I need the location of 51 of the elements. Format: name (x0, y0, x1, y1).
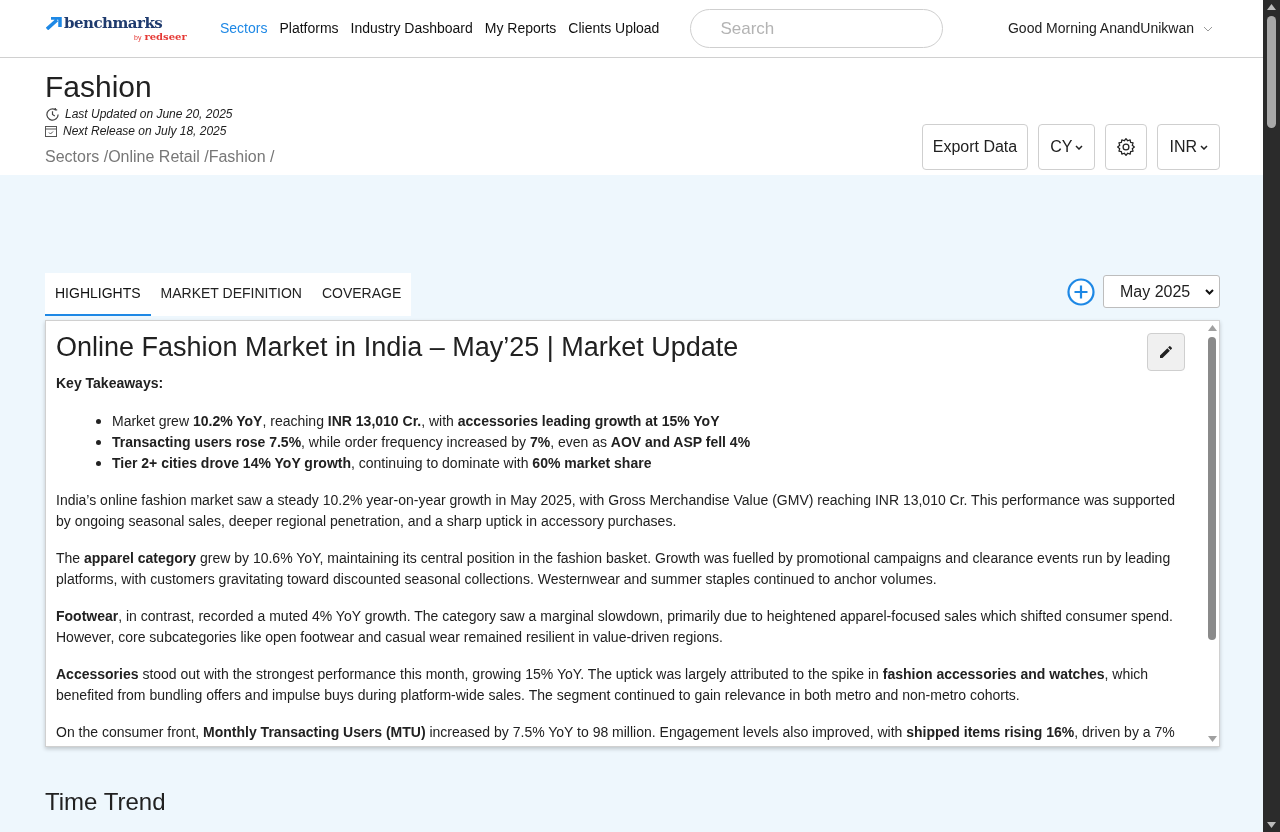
article-paragraph: On the consumer front, Monthly Transacting Users (MTU) increased by 7.5% YoY to 98 million. Engagement levels also improved, with shipped items rising 16%, driven by a 7% (56, 723, 1176, 742)
nav-link[interactable]: Industry Dashboard (350, 18, 473, 39)
takeaway-text: Market grew 10.2% YoY, reaching INR 13,010 Cr., with accessories leading growth at 15% YoY (112, 412, 720, 431)
next-release-text: Next Release on July 18, 2025 (63, 123, 227, 139)
article-paragraph: The apparel category grew by 10.6% YoY, maintaining its central position in the fashion basket. Growth was fuelled by promotional campaigns and clearance events run by leading platforms, with customers gravitating toward discounted seasonal collections. Westernwear and summer staples continued to anchor volumes. (56, 549, 1172, 589)
scroll-thumb[interactable] (1208, 337, 1216, 640)
calendar-type-dropdown[interactable]: CY (1038, 124, 1096, 170)
nav-link[interactable]: Platforms (279, 18, 339, 39)
settings-button[interactable] (1105, 124, 1148, 170)
chevron-down-icon (1075, 144, 1084, 150)
month-dropdown[interactable]: May 2025 (1103, 275, 1220, 308)
breadcrumb[interactable]: Sectors /Online Retail /Fashion / (45, 145, 275, 169)
scroll-thumb[interactable] (1267, 16, 1276, 128)
key-takeaways-heading: Key Takeaways: (56, 374, 165, 393)
tab[interactable]: HIGHLIGHTS (45, 273, 151, 316)
section-title: Time Trend (45, 787, 167, 817)
last-updated-text: Last Updated on June 20, 2025 (65, 106, 233, 122)
page-scrollbar[interactable] (1263, 0, 1280, 832)
export-data-button[interactable]: Export Data (921, 124, 1029, 170)
article-paragraph: Footwear, in contrast, recorded a muted 4% YoY growth. The category saw a marginal slowdown, primarily due to heightened apparel-focused sales which shifted consumer spend. However, core subcategories like open footwear and casual wear remained resilient in value-driven regions. (56, 607, 1174, 647)
scroll-up-icon[interactable] (1267, 4, 1276, 10)
article-paragraph: India’s online fashion market saw a steady 10.2% year-on-year growth in May 2025, with Gross Merchandise Value (GMV) reaching INR 13,010 Cr. This performance was supported by ongoing seasonal sales, deeper regional penetration, and a sharp uptick in accessory purchases. (56, 491, 1176, 531)
bullet-icon (96, 419, 101, 424)
takeaway-text: Transacting users rose 7.5%, while order frequency increased by 7%, even as AOV and ASP fell 4% (112, 433, 751, 452)
tab[interactable]: MARKET DEFINITION (150, 273, 312, 316)
page-title: Fashion (45, 70, 153, 104)
article-paragraph: Accessories stood out with the strongest performance this month, growing 15% YoY. The uptick was largely attributed to the spike in fashion accessories and watches, which benefited from bundling offers and impulse buys during platform-wide sales. The segment continued to gain relevance in both metro and non-metro cohorts. (56, 665, 1150, 705)
takeaway-text: Tier 2+ cities drove 14% YoY growth, continuing to dominate with 60% market share (112, 454, 652, 473)
article-title: Online Fashion Market in India – May’25 | Market Update (56, 331, 739, 363)
nav-link[interactable]: My Reports (484, 18, 557, 39)
chevron-down-icon (1205, 288, 1214, 295)
arrow-icon (46, 16, 62, 30)
edit-button[interactable] (1147, 333, 1185, 371)
calendar-icon (45, 125, 57, 137)
add-icon[interactable] (1067, 277, 1095, 306)
bullet-icon (96, 440, 101, 445)
bullet-icon (96, 461, 101, 466)
clock-icon (45, 106, 60, 122)
chevron-down-icon[interactable] (1203, 25, 1213, 32)
user-greeting[interactable]: Good Morning AnandUnikwan (1008, 18, 1194, 39)
search-field[interactable]: Search (690, 9, 944, 48)
currency-dropdown[interactable]: INR (1157, 124, 1220, 170)
logo-brand: redseer (144, 30, 187, 42)
tab[interactable]: COVERAGE (311, 273, 412, 316)
settings-icon (1116, 137, 1137, 157)
pencil-icon (1158, 344, 1174, 360)
logo-wordmark: benchmarks (64, 15, 163, 31)
chevron-down-icon (1200, 144, 1208, 150)
nav-link[interactable]: Clients Upload (568, 18, 660, 39)
nav-link[interactable]: Sectors (220, 18, 268, 39)
scroll-down-icon[interactable] (1267, 822, 1276, 828)
